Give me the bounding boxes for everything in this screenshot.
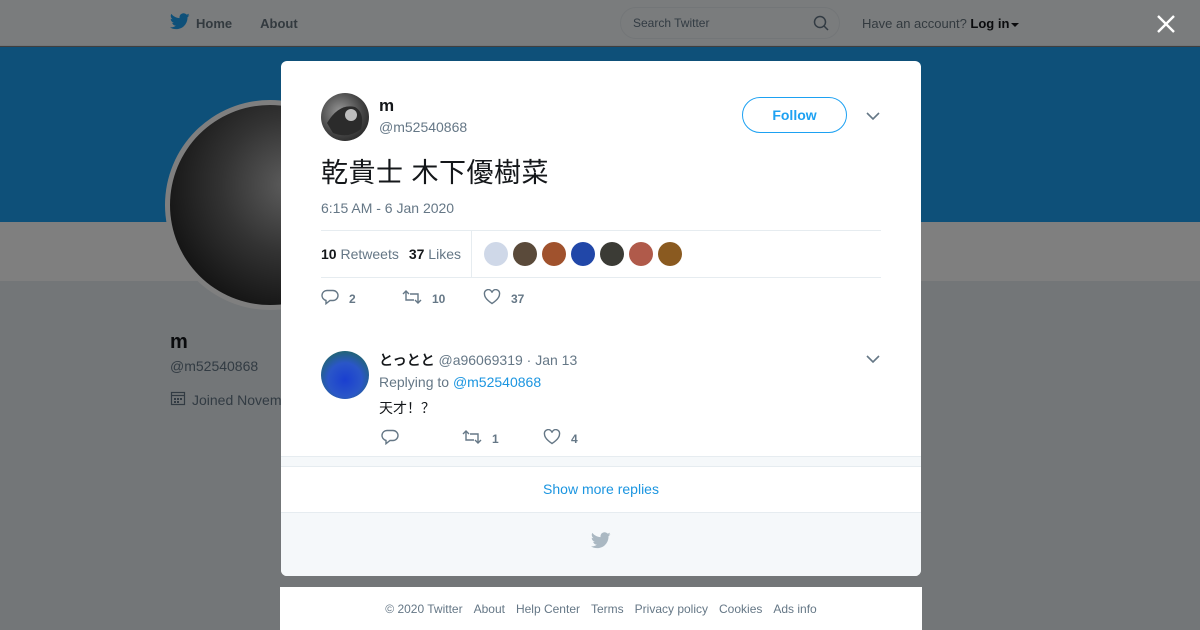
like-count: 37 [511,291,525,306]
reply-date[interactable]: · Jan 13 [527,352,578,368]
twitter-bird-icon [590,532,611,554]
liker-avatar[interactable] [657,242,682,266]
footer-link[interactable]: Help Center [516,602,580,616]
footer-link[interactable]: Ads info [773,602,816,616]
retweets-label: Retweets [340,246,399,262]
copyright-text: © 2020 Twitter [385,601,463,616]
reply-count: 2 [349,291,356,306]
footer-link[interactable]: Privacy policy [635,602,708,616]
retweet-count: 10 [432,291,446,306]
liker-avatar[interactable] [512,242,537,266]
tweet-text: 乾貴士 木下優樹菜 [321,158,550,188]
tweet-stats: 10 Retweets 37 Likes [321,230,881,278]
likes-stat[interactable]: 37 Likes [409,246,461,262]
reply-header: とっとと @a96069319 · Jan 13 [379,350,577,370]
liker-avatar[interactable] [570,242,595,266]
stats-divider [470,231,472,277]
replies-gap [281,457,921,467]
liker-avatar[interactable] [483,242,508,266]
avatar[interactable] [321,93,369,141]
like-button[interactable]: 37 [483,288,564,308]
retweet-button[interactable]: 1 [462,429,543,448]
like-count: 4 [571,431,578,446]
likes-label: Likes [428,246,461,262]
reply-icon [321,289,339,308]
follow-button[interactable]: Follow [742,97,847,133]
chevron-down-icon[interactable] [865,109,881,121]
liker-avatar[interactable] [599,242,624,266]
retweet-button[interactable]: 10 [402,289,483,308]
reply-icon [381,429,399,448]
footer-link[interactable]: Cookies [719,602,762,616]
footer-link[interactable]: Terms [591,602,624,616]
reply-author-handle[interactable]: @a96069319 [438,352,522,368]
avatar[interactable] [321,351,369,399]
reply-tweet[interactable]: とっとと @a96069319 · Jan 13 Replying to @m5… [281,334,921,457]
replying-to-label: Replying to [379,374,450,390]
modal-footer [281,513,921,576]
chevron-down-icon[interactable] [865,352,881,364]
tweet-timestamp[interactable]: 6:15 AM - 6 Jan 2020 [321,200,454,216]
retweet-icon [462,429,482,448]
reply-button[interactable] [381,429,462,448]
close-icon[interactable] [1154,12,1178,36]
reply-author-name[interactable]: とっとと [379,352,435,368]
like-button[interactable]: 4 [543,428,624,448]
retweets-count: 10 [321,246,337,262]
replying-to: Replying to @m52540868 [379,374,541,390]
heart-icon [543,428,561,448]
liker-avatars [483,242,682,266]
reply-text: 天才！？ [379,400,435,416]
retweet-icon [402,289,422,308]
liker-avatar[interactable] [628,242,653,266]
tweet-author-handle[interactable]: @m52540868 [379,119,467,135]
heart-icon [483,288,501,308]
retweets-stat[interactable]: 10 Retweets [321,246,399,262]
page-footer: © 2020 Twitter About Help Center Terms Priva… [280,587,922,630]
retweet-count: 1 [492,431,499,446]
tweet-author-name[interactable]: m [379,96,394,116]
reply-actions: 1 4 [381,428,624,448]
footer-link[interactable]: About [474,602,505,616]
tweet-modal: m @m52540868 Follow 乾貴士 木下優樹菜 6:15 AM - … [281,61,921,576]
reply-button[interactable]: 2 [321,289,402,308]
tweet-actions: 2 10 37 [321,288,564,308]
show-more-replies-button[interactable]: Show more replies [281,467,921,513]
likes-count: 37 [408,246,425,262]
liker-avatar[interactable] [541,242,566,266]
replying-to-link[interactable]: @m52540868 [453,374,541,390]
